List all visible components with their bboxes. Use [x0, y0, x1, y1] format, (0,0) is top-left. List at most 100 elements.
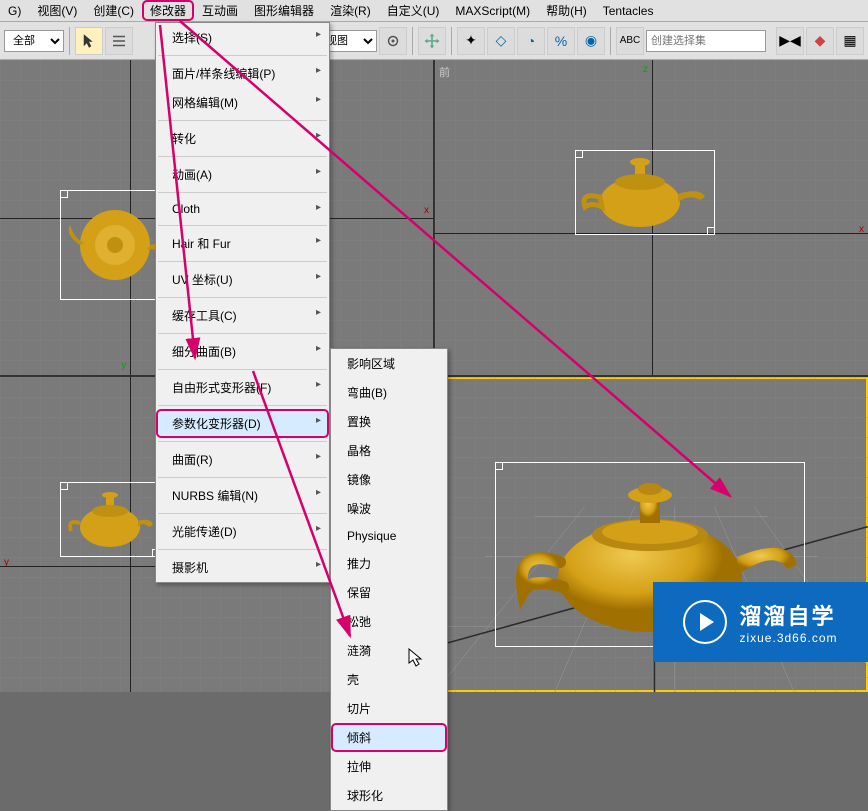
menu-separator	[158, 55, 327, 56]
watermark-title: 溜溜自学	[739, 599, 837, 631]
menu-item[interactable]: 涟漪	[331, 636, 447, 665]
menu-separator	[158, 477, 327, 478]
percent-icon: %	[555, 33, 567, 49]
axis-x-label: x	[424, 205, 429, 216]
menu-item[interactable]: 倾斜	[331, 723, 447, 752]
menu-item[interactable]: 影响区域	[331, 349, 447, 378]
menu-separator	[158, 441, 327, 442]
menu-maxscript[interactable]: MAXScript(M)	[447, 2, 538, 20]
wand-icon: ✦	[465, 32, 477, 49]
menu-separator	[158, 297, 327, 298]
align-icon: ◆	[815, 32, 826, 49]
menubar: G) 视图(V) 创建(C) 修改器 互动画 图形编辑器 渲染(R) 自定义(U…	[0, 0, 868, 22]
menu-item[interactable]: 推力	[331, 549, 447, 578]
mirror-tool[interactable]: ▶◀	[776, 27, 804, 55]
play-icon	[683, 600, 727, 644]
menu-item[interactable]: NURBS 编辑(N)	[156, 481, 329, 510]
center-icon	[384, 32, 402, 50]
menu-item[interactable]: 壳	[331, 665, 447, 694]
menu-customize[interactable]: 自定义(U)	[379, 0, 448, 21]
menu-g[interactable]: G)	[0, 2, 29, 20]
percent-snap-tool[interactable]: %	[547, 27, 575, 55]
menu-item[interactable]: 光能传递(D)	[156, 517, 329, 546]
menu-item[interactable]: 网格编辑(M)	[156, 88, 329, 117]
abc-icon: ABC	[620, 35, 641, 46]
menu-item[interactable]: 转化	[156, 124, 329, 153]
watermark: 溜溜自学 zixue.3d66.com	[653, 582, 868, 662]
filter-combo[interactable]: 全部	[4, 30, 64, 52]
axis-y-label: y	[121, 360, 126, 371]
angle-snap-tool[interactable]: ◔	[517, 27, 545, 55]
menu-item[interactable]: 弯曲(B)	[331, 378, 447, 407]
menu-item[interactable]: 松弛	[331, 607, 447, 636]
menu-separator	[158, 405, 327, 406]
align-tool[interactable]: ◆	[806, 27, 834, 55]
menu-create[interactable]: 创建(C)	[85, 0, 142, 21]
menu-item[interactable]: 置换	[331, 407, 447, 436]
named-sel-tool[interactable]: ABC	[616, 27, 644, 55]
selection-box	[60, 482, 160, 557]
viewport-label: 前	[439, 64, 450, 80]
menu-tentacles[interactable]: Tentacles	[595, 2, 662, 20]
menu-item[interactable]: 细分曲面(B)	[156, 337, 329, 366]
menu-help[interactable]: 帮助(H)	[538, 0, 595, 21]
menu-item[interactable]: 切片	[331, 694, 447, 723]
menu-view[interactable]: 视图(V)	[29, 0, 85, 21]
move-icon	[423, 32, 441, 50]
snap-icon: ◇	[496, 32, 507, 49]
layers-tool[interactable]: ▦	[836, 27, 864, 55]
menu-item[interactable]: Physique	[331, 523, 447, 549]
selection-set-input[interactable]	[646, 30, 766, 52]
menu-rendering[interactable]: 渲染(R)	[322, 0, 379, 21]
viewport-front[interactable]: 前 x z	[435, 60, 868, 375]
cursor-icon	[80, 32, 98, 50]
select-name-tool[interactable]	[105, 27, 133, 55]
menu-item[interactable]: 选择(S)	[156, 23, 329, 52]
separator	[412, 27, 413, 55]
menu-item[interactable]: 晶格	[331, 436, 447, 465]
menu-separator	[158, 513, 327, 514]
menu-separator	[158, 192, 327, 193]
select-move-tool[interactable]	[418, 27, 446, 55]
toolbar: 全部 视图 ✦ ◇ ◔ % ◉ ABC ▶◀ ◆ ▦	[0, 22, 868, 60]
menu-item[interactable]: 曲面(R)	[156, 445, 329, 474]
menu-animation[interactable]: 互动画	[194, 0, 246, 21]
menu-item[interactable]: 噪波	[331, 494, 447, 523]
menu-item[interactable]: Hair 和 Fur	[156, 229, 329, 258]
selection-box	[60, 190, 170, 300]
menu-item[interactable]: Cloth	[156, 196, 329, 222]
menu-separator	[158, 261, 327, 262]
menu-graph-editors[interactable]: 图形编辑器	[246, 0, 322, 21]
angle-icon: ◔	[527, 33, 535, 49]
select-tool[interactable]	[75, 27, 103, 55]
snap-3d-tool[interactable]: ◇	[487, 27, 515, 55]
spinner-snap-tool[interactable]: ◉	[577, 27, 605, 55]
menu-item[interactable]: 参数化变形器(D)	[156, 409, 329, 438]
separator	[610, 27, 611, 55]
separator	[451, 27, 452, 55]
modifiers-menu: 选择(S) 面片/样条线编辑(P)网格编辑(M) 转化动画(A) Cloth Hair …	[155, 22, 330, 583]
menu-item[interactable]: 保留	[331, 578, 447, 607]
menu-item[interactable]: 自由形式变形器(F)	[156, 373, 329, 402]
manipulate-tool[interactable]: ✦	[457, 27, 485, 55]
menu-item[interactable]: 面片/样条线编辑(P)	[156, 59, 329, 88]
watermark-url: zixue.3d66.com	[739, 631, 837, 645]
menu-item[interactable]: 镜像	[331, 465, 447, 494]
axis-z-label: z	[643, 64, 648, 75]
menu-separator	[158, 549, 327, 550]
separator	[69, 27, 70, 55]
menu-separator	[158, 156, 327, 157]
menu-item[interactable]: 动画(A)	[156, 160, 329, 189]
mirror-icon: ▶◀	[779, 32, 801, 49]
menu-item[interactable]: 球形化	[331, 781, 447, 810]
menu-modifiers[interactable]: 修改器	[142, 0, 194, 21]
menu-item[interactable]: 缓存工具(C)	[156, 301, 329, 330]
spinner-icon: ◉	[585, 32, 597, 49]
list-icon	[110, 32, 128, 50]
mouse-cursor	[408, 648, 424, 671]
use-center-tool[interactable]	[379, 27, 407, 55]
menu-item[interactable]: 摄影机	[156, 553, 329, 582]
menu-item[interactable]: 拉伸	[331, 752, 447, 781]
menu-item[interactable]: UV 坐标(U)	[156, 265, 329, 294]
menu-separator	[158, 120, 327, 121]
